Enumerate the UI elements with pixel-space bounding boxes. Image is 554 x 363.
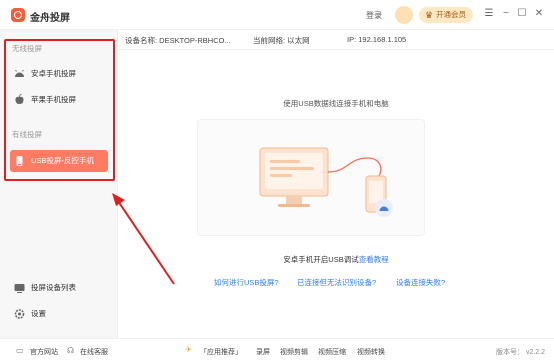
video-edit-link[interactable]: 视频剪辑: [280, 347, 308, 357]
network-status: 当前网络: 以太网: [253, 36, 310, 45]
app-title: 金舟投屏: [30, 13, 70, 24]
help-link-connect-failed[interactable]: 设备连接失败?: [396, 277, 445, 288]
login-button[interactable]: 登录: [366, 10, 382, 21]
view-tutorial-link[interactable]: 查看教程: [359, 255, 389, 264]
main-panel: 使用USB数据线连接手机和电脑 安卓手机开启USB调试查看教程 如何进行USB投…: [118, 51, 554, 338]
headset-icon: ☊: [67, 346, 75, 355]
help-link-usb-howto[interactable]: 如何进行USB投屏?: [214, 277, 279, 288]
video-convert-link[interactable]: 视频转换: [357, 347, 385, 357]
annotation-highlight-box: [4, 39, 115, 181]
app-logo-icon: [11, 8, 25, 22]
crown-icon: ♛: [425, 10, 434, 20]
device-list-icon: [14, 278, 25, 306]
title-bar: 金舟投屏 登录 ♛ 开通会员 ☰ − ☐ ✕: [0, 0, 554, 30]
maximize-icon[interactable]: ☐: [516, 7, 528, 21]
usb-debug-hint: 安卓手机开启USB调试查看教程: [118, 254, 554, 265]
screen-record-link[interactable]: 录屏: [256, 347, 270, 357]
usb-connection-illustration: [197, 119, 425, 236]
vip-button-label: 开通会员: [436, 10, 466, 19]
illustration-graphic: [259, 147, 393, 217]
sidebar-item-label: 设置: [31, 309, 46, 318]
settings-icon: [14, 304, 25, 332]
device-name: 设备名称: DESKTOP-RBHCO...: [125, 36, 231, 45]
avatar[interactable]: [395, 6, 413, 24]
menu-icon[interactable]: ☰: [483, 7, 495, 21]
version-label: 版本号： v2.2.2: [496, 349, 546, 356]
footer-bar: ▭ 官方网站 ☊ 在线客服 ✈ 「应用推荐」 录屏 视频剪辑 视频压缩 视频转换…: [0, 338, 554, 363]
minimize-icon[interactable]: −: [500, 7, 512, 21]
app-recommend-label: 「应用推荐」: [200, 349, 242, 356]
sidebar-item-device-list[interactable]: 投屏设备列表: [10, 278, 108, 298]
close-icon[interactable]: ✕: [533, 7, 545, 21]
page-title: 使用USB数据线连接手机和电脑: [283, 99, 389, 108]
video-compress-link[interactable]: 视频压缩: [318, 347, 346, 357]
device-info-bar: 设备名称: DESKTOP-RBHCO... 当前网络: 以太网 IP: 192…: [118, 30, 554, 50]
vip-button[interactable]: ♛ 开通会员: [419, 7, 473, 23]
usb-debug-text: 安卓手机开启USB调试: [283, 255, 359, 264]
sidebar-item-settings[interactable]: 设置: [10, 304, 108, 324]
online-support-link[interactable]: 在线客服: [80, 347, 108, 357]
ip-address: IP: 192.168.1.105: [347, 35, 407, 44]
rocket-icon: ✈: [185, 345, 192, 354]
help-link-unrecognized[interactable]: 已连接但无法识别设备?: [297, 277, 376, 288]
website-icon: ▭: [16, 346, 24, 355]
official-website-link[interactable]: 官方网站: [30, 347, 58, 357]
sidebar-item-label: 投屏设备列表: [31, 283, 76, 292]
